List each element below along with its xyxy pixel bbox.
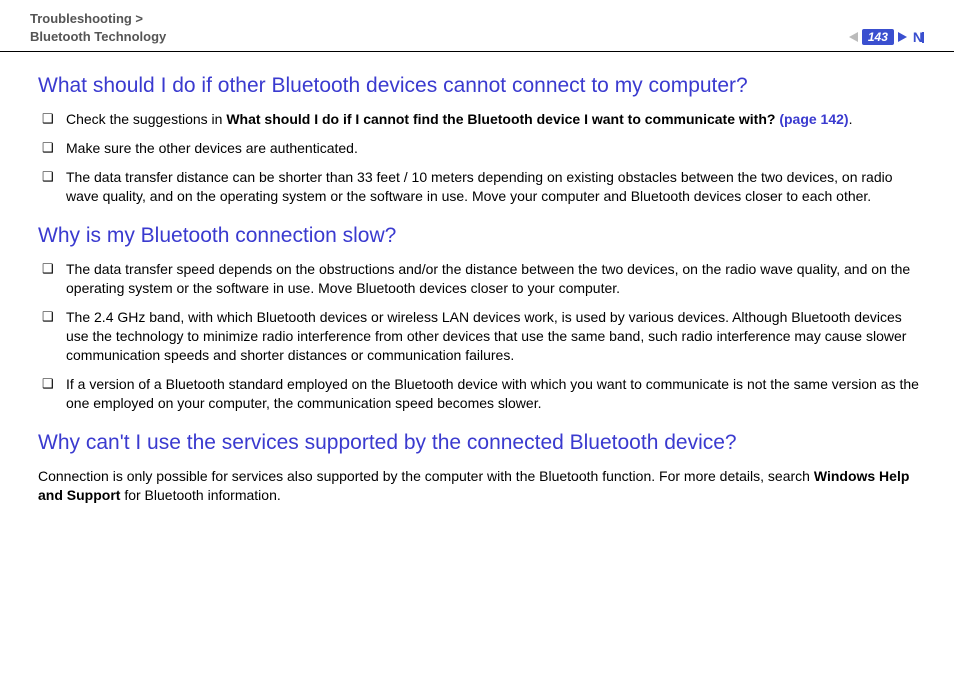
item-text-pre: Check the suggestions in [66, 111, 226, 127]
n-logo-icon: N [913, 29, 921, 45]
breadcrumb-level-2: Bluetooth Technology [30, 29, 166, 44]
page-header: Troubleshooting > Bluetooth Technology 1… [0, 0, 954, 52]
logo-bar-icon [922, 32, 924, 43]
breadcrumb: Troubleshooting > Bluetooth Technology [30, 10, 166, 45]
breadcrumb-level-1: Troubleshooting > [30, 11, 143, 26]
question-heading-2: Why is my Bluetooth connection slow? [38, 222, 924, 250]
body-pre: Connection is only possible for services… [38, 468, 814, 484]
body-post: for Bluetooth information. [120, 487, 280, 503]
page-number: 143 [862, 29, 894, 45]
item-text-post: . [849, 111, 853, 127]
bullet-list-1: Check the suggestions in What should I d… [38, 110, 924, 206]
page-nav: 143 N [849, 29, 924, 45]
list-item: The 2.4 GHz band, with which Bluetooth d… [38, 308, 924, 365]
question-heading-1: What should I do if other Bluetooth devi… [38, 72, 924, 100]
prev-page-arrow-icon[interactable] [849, 32, 858, 42]
list-item: If a version of a Bluetooth standard emp… [38, 375, 924, 413]
item-text: Make sure the other devices are authenti… [66, 140, 358, 156]
main-content: What should I do if other Bluetooth devi… [0, 52, 954, 505]
item-text: The 2.4 GHz band, with which Bluetooth d… [66, 309, 906, 363]
list-item: The data transfer speed depends on the o… [38, 260, 924, 298]
body-paragraph: Connection is only possible for services… [38, 467, 924, 505]
item-text: The data transfer speed depends on the o… [66, 261, 910, 296]
list-item: The data transfer distance can be shorte… [38, 168, 924, 206]
item-text: If a version of a Bluetooth standard emp… [66, 376, 919, 411]
item-text-bold: What should I do if I cannot find the Bl… [226, 111, 779, 127]
question-heading-3: Why can't I use the services supported b… [38, 429, 924, 457]
next-page-arrow-icon[interactable] [898, 32, 907, 42]
list-item: Make sure the other devices are authenti… [38, 139, 924, 158]
list-item: Check the suggestions in What should I d… [38, 110, 924, 129]
bullet-list-2: The data transfer speed depends on the o… [38, 260, 924, 412]
page-link[interactable]: (page 142) [779, 111, 848, 127]
item-text: The data transfer distance can be shorte… [66, 169, 893, 204]
